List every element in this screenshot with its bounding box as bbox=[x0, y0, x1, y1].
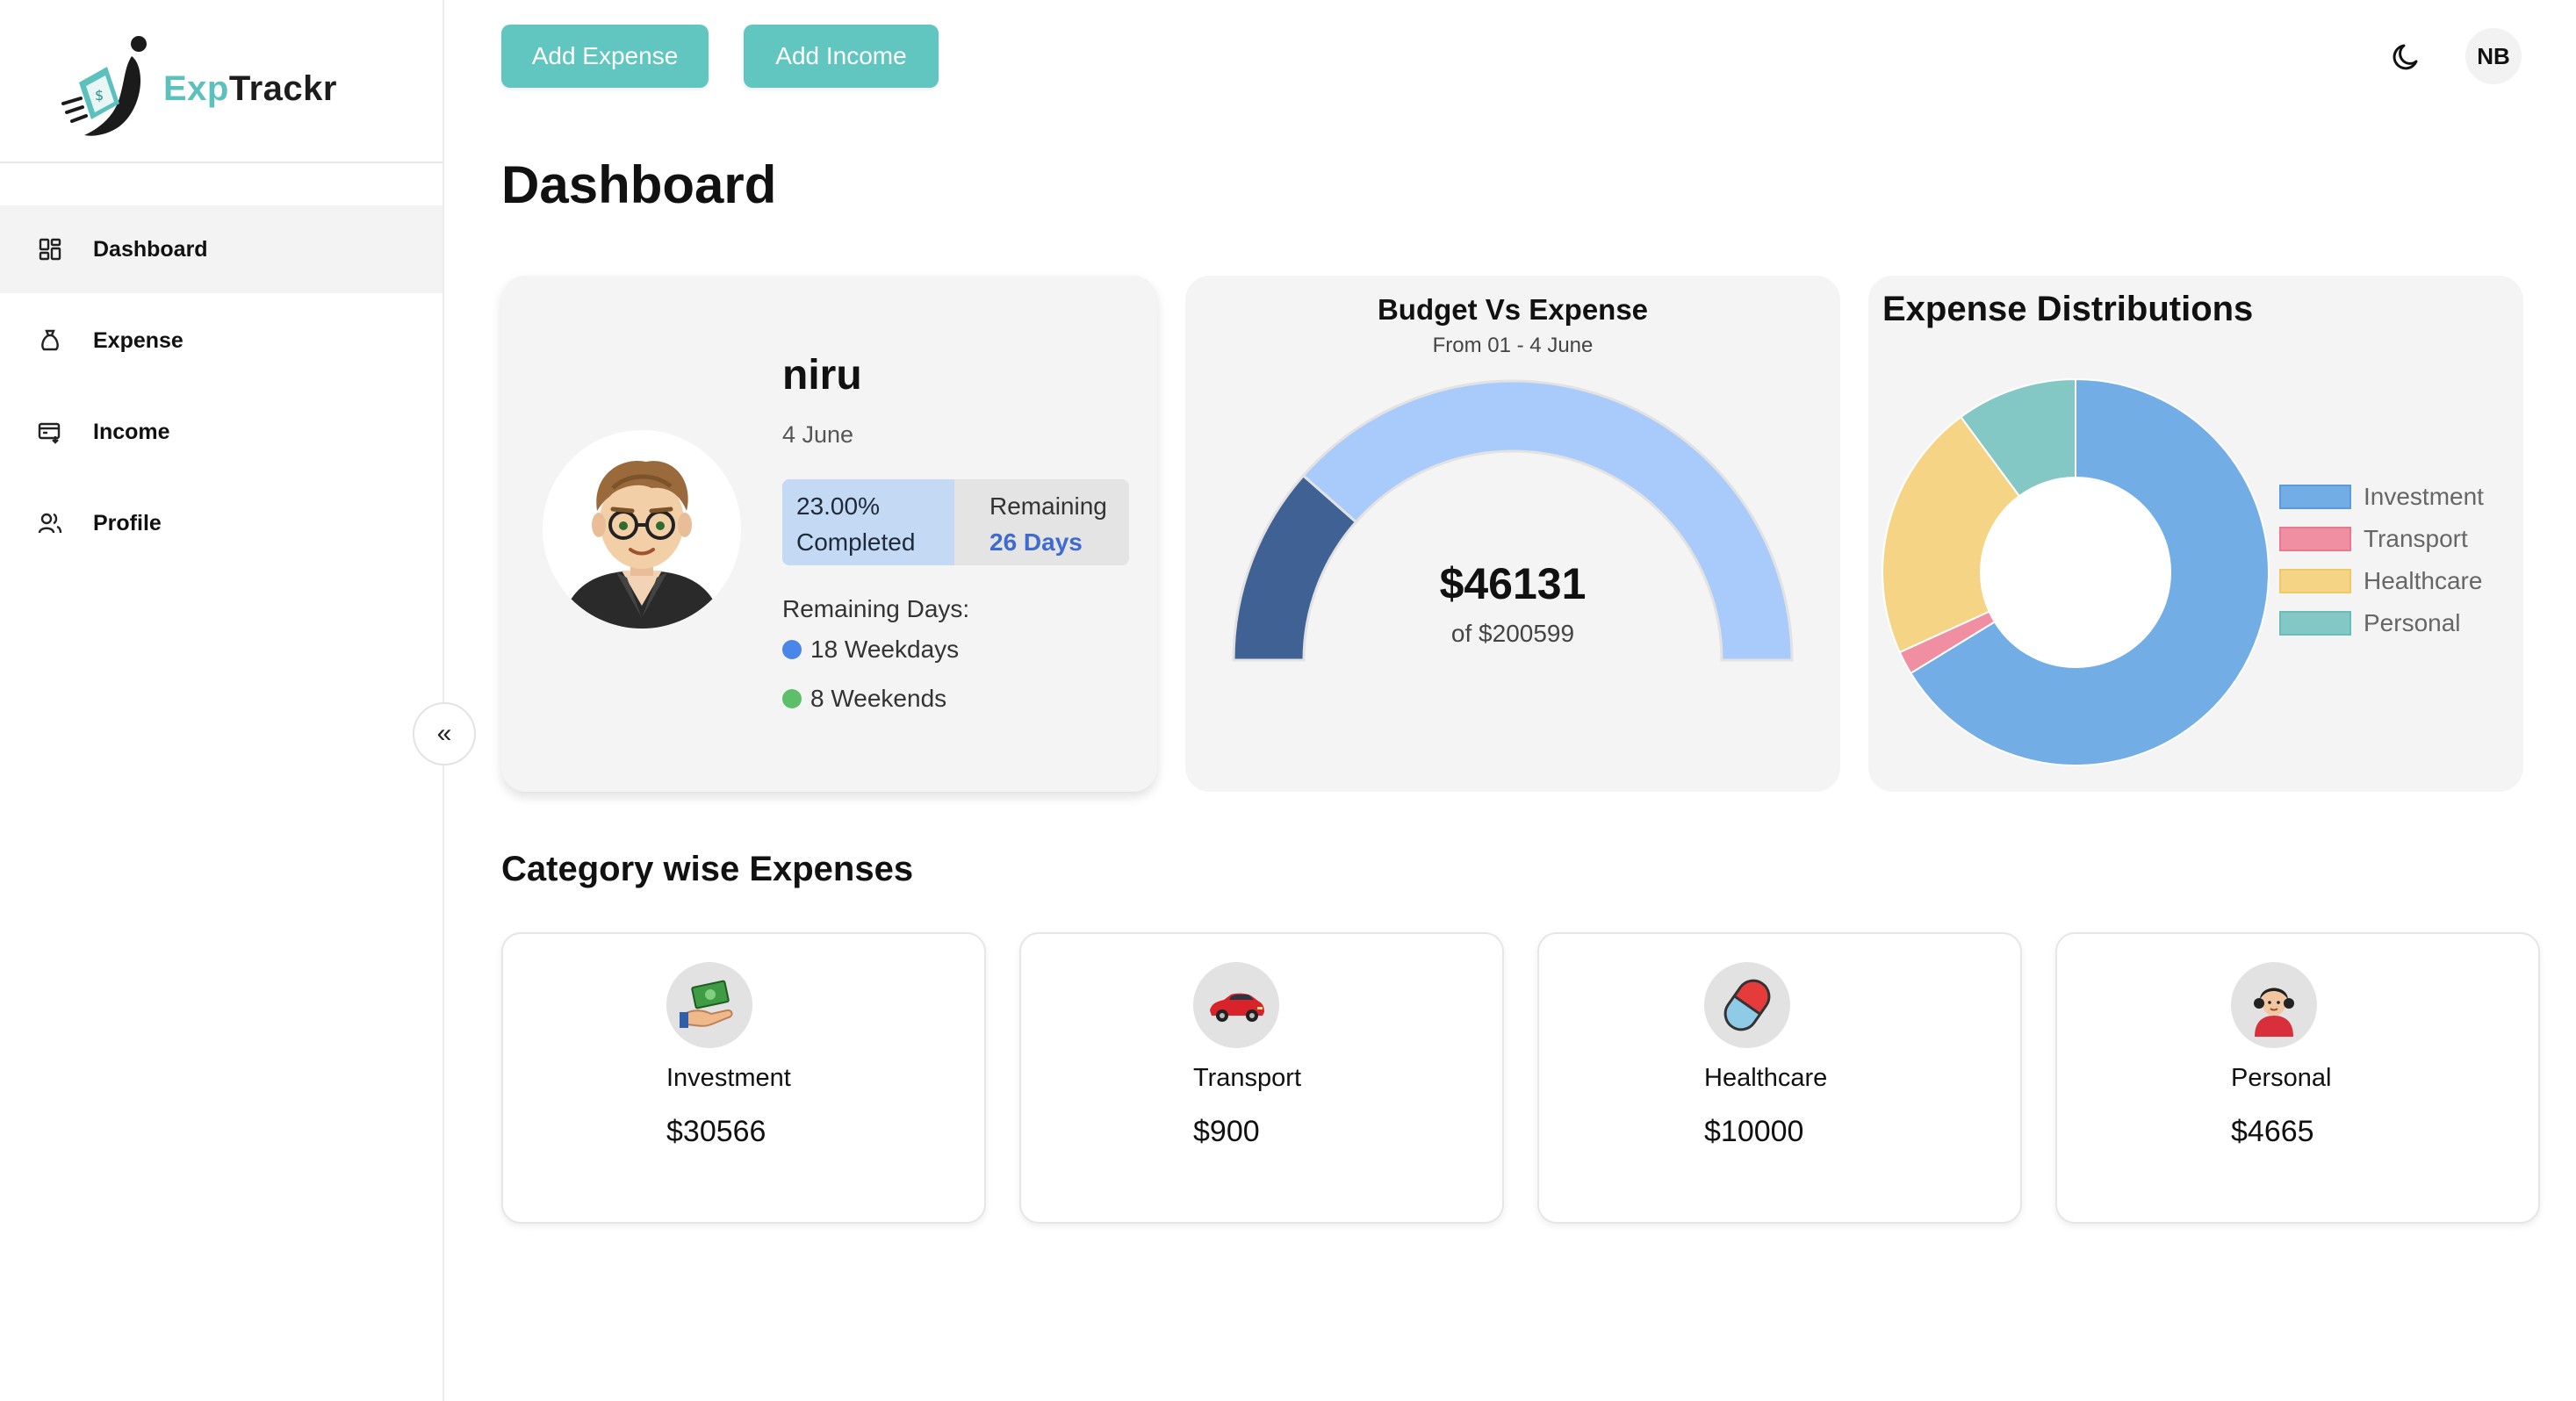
person-avatar-icon bbox=[2254, 988, 2294, 1037]
budget-vs-expense-card: Budget Vs Expense From 01 - 4 June $4613… bbox=[1185, 276, 1840, 792]
theme-toggle-button[interactable] bbox=[2385, 33, 2430, 79]
sidebar-collapse-button[interactable]: « bbox=[413, 702, 476, 765]
category-icon-wrap bbox=[2231, 962, 2317, 1048]
legend-label: Personal bbox=[2364, 609, 2461, 636]
weekends-row: 8 Weekends bbox=[782, 685, 946, 713]
money-hand-icon bbox=[680, 980, 733, 1028]
category-icon-wrap bbox=[1704, 962, 1790, 1048]
category-icon-wrap bbox=[1193, 962, 1279, 1048]
legend-swatch bbox=[2279, 485, 2351, 509]
expense-donut-chart bbox=[1882, 377, 2270, 766]
gauge-spent-value: $46131 bbox=[1439, 559, 1587, 608]
sidebar-item-label: Dashboard bbox=[93, 236, 208, 262]
legend-item-personal[interactable]: Personal bbox=[2279, 602, 2484, 644]
sidebar-item-label: Profile bbox=[93, 510, 162, 535]
category-amount: $10000 bbox=[1704, 1115, 1804, 1148]
category-section-title: Category wise Expenses bbox=[501, 850, 914, 888]
weekends-count: 8 Weekends bbox=[810, 685, 947, 712]
profile-avatar bbox=[543, 430, 741, 629]
legend-swatch bbox=[2279, 527, 2351, 551]
page-title: Dashboard bbox=[501, 155, 777, 214]
weekend-dot-icon bbox=[782, 689, 802, 708]
sidebar-item-expense[interactable]: Expense bbox=[0, 297, 443, 384]
remaining-days-value: 26 Days bbox=[989, 528, 1083, 556]
logo-mark-icon: $ bbox=[61, 36, 147, 136]
month-progress: 23.00% Completed Remaining 26 Days bbox=[782, 479, 1129, 565]
legend-label: Investment bbox=[2364, 483, 2484, 510]
cartoon-avatar-icon bbox=[543, 430, 741, 629]
add-income-button[interactable]: Add Income bbox=[744, 25, 939, 88]
budget-gauge bbox=[1232, 379, 1794, 662]
legend-swatch bbox=[2279, 569, 2351, 593]
gauge-budget-value: of $200599 bbox=[1450, 620, 1575, 647]
category-amount: $900 bbox=[1193, 1115, 1260, 1148]
app-name-part2: Trackr bbox=[228, 68, 337, 108]
category-name: Personal bbox=[2231, 1064, 2332, 1092]
weekdays-row: 18 Weekdays bbox=[782, 636, 959, 664]
legend-item-investment[interactable]: Investment bbox=[2279, 476, 2484, 518]
donut-hole bbox=[1981, 478, 2170, 667]
moon-icon bbox=[2393, 44, 2418, 70]
svg-text:$: $ bbox=[95, 87, 104, 104]
gauge-remaining-arc bbox=[1301, 379, 1794, 662]
category-name: Healthcare bbox=[1704, 1064, 1828, 1092]
money-bag-icon bbox=[41, 329, 59, 351]
double-chevron-left-icon: « bbox=[436, 719, 452, 748]
category-name: Investment bbox=[666, 1064, 791, 1092]
category-amount: $4665 bbox=[2231, 1115, 2314, 1148]
category-card-investment[interactable]: Investment $30566 bbox=[501, 932, 986, 1224]
red-car-icon bbox=[1210, 993, 1264, 1022]
category-amount: $30566 bbox=[666, 1115, 766, 1148]
sidebar-item-profile[interactable]: Profile bbox=[0, 479, 443, 567]
legend-label: Healthcare bbox=[2364, 567, 2483, 594]
sidebar: $ ExpTrackr Dashboard Expense Income Pro… bbox=[0, 0, 444, 1401]
profile-name: niru bbox=[782, 352, 862, 399]
users-icon bbox=[38, 513, 62, 534]
income-card-icon bbox=[38, 422, 61, 444]
legend-item-transport[interactable]: Transport bbox=[2279, 518, 2484, 560]
category-name: Transport bbox=[1193, 1064, 1302, 1092]
profile-summary-card: niru 4 June 23.00% Completed Remaining 2… bbox=[501, 276, 1157, 792]
dashboard-grid-icon bbox=[39, 238, 61, 261]
sidebar-item-label: Income bbox=[93, 419, 170, 444]
sidebar-divider bbox=[0, 162, 443, 163]
sidebar-item-dashboard[interactable]: Dashboard bbox=[0, 205, 443, 293]
pill-capsule-icon bbox=[1723, 979, 1771, 1031]
completed-label: Completed bbox=[796, 528, 916, 556]
expense-distribution-card: Expense Distributions Investment Transpor… bbox=[1868, 276, 2523, 792]
add-expense-button[interactable]: Add Expense bbox=[501, 25, 709, 88]
sidebar-nav: Dashboard Expense Income Profile bbox=[0, 205, 443, 571]
weekday-dot-icon bbox=[782, 640, 802, 659]
category-card-transport[interactable]: Transport $900 bbox=[1019, 932, 1504, 1224]
category-card-healthcare[interactable]: Healthcare $10000 bbox=[1537, 932, 2022, 1224]
app-name-part1: Exp bbox=[163, 68, 229, 108]
user-avatar-button[interactable]: NB bbox=[2465, 28, 2522, 84]
remaining-days-label: Remaining Days: bbox=[782, 595, 970, 622]
remaining-label: Remaining bbox=[989, 492, 1107, 520]
category-icon-wrap bbox=[666, 962, 752, 1048]
app-name: ExpTrackr bbox=[163, 69, 337, 109]
completed-percent: 23.00% bbox=[796, 492, 880, 520]
weekdays-count: 18 Weekdays bbox=[810, 636, 960, 663]
legend-item-healthcare[interactable]: Healthcare bbox=[2279, 560, 2484, 602]
category-card-personal[interactable]: Personal $4665 bbox=[2055, 932, 2540, 1224]
sidebar-item-label: Expense bbox=[93, 327, 183, 353]
progress-completed: 23.00% Completed bbox=[782, 479, 954, 565]
progress-remaining: Remaining 26 Days bbox=[954, 479, 1129, 565]
legend-swatch bbox=[2279, 611, 2351, 636]
profile-date: 4 June bbox=[782, 421, 854, 448]
legend-label: Transport bbox=[2364, 525, 2468, 552]
sidebar-item-income[interactable]: Income bbox=[0, 388, 443, 476]
app-logo[interactable]: $ ExpTrackr bbox=[54, 32, 337, 146]
chart-legend: Investment Transport Healthcare Personal bbox=[2279, 476, 2484, 644]
